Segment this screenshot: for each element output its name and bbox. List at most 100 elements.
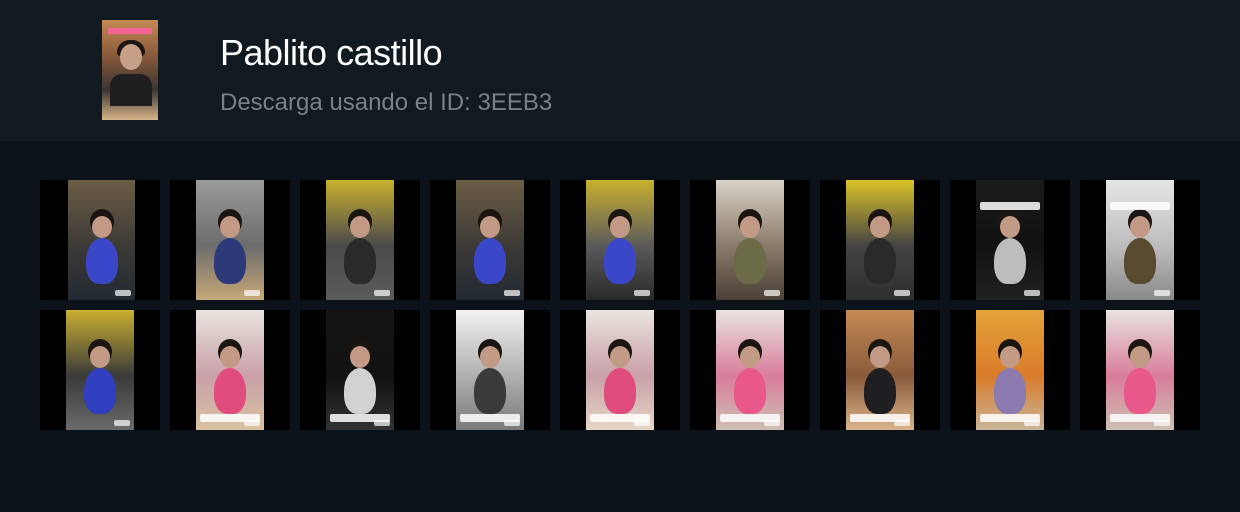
video-frame bbox=[326, 180, 394, 300]
video-figure-head bbox=[740, 216, 760, 238]
video-figure-head bbox=[92, 216, 112, 238]
video-figure-body bbox=[604, 368, 636, 414]
video-figure-body bbox=[864, 368, 896, 414]
video-figure-body bbox=[1124, 368, 1156, 414]
video-figure-body bbox=[474, 238, 506, 284]
video-frame bbox=[66, 310, 134, 430]
video-caption-strip bbox=[980, 202, 1040, 210]
video-figure-head bbox=[870, 346, 890, 368]
video-thumbnail[interactable] bbox=[820, 310, 940, 430]
tiktok-watermark-icon bbox=[894, 420, 910, 426]
tiktok-watermark-icon bbox=[114, 420, 130, 426]
video-figure-head bbox=[480, 216, 500, 238]
video-frame bbox=[1106, 180, 1174, 300]
video-figure-head bbox=[1000, 216, 1020, 238]
video-figure-body bbox=[994, 368, 1026, 414]
video-thumbnail[interactable] bbox=[950, 180, 1070, 300]
video-caption-strip bbox=[1110, 202, 1170, 210]
profile-header: Pablito castillo Descarga usando el ID: … bbox=[0, 0, 1240, 141]
video-figure-head bbox=[220, 346, 240, 368]
video-figure-body bbox=[734, 238, 766, 284]
tiktok-watermark-icon bbox=[1024, 290, 1040, 296]
video-thumbnail[interactable] bbox=[300, 310, 420, 430]
video-frame bbox=[976, 310, 1044, 430]
video-thumbnail[interactable] bbox=[430, 310, 550, 430]
video-frame bbox=[846, 180, 914, 300]
video-figure-head bbox=[90, 346, 110, 368]
video-figure-head bbox=[870, 216, 890, 238]
tiktok-watermark-icon bbox=[764, 420, 780, 426]
video-figure-body bbox=[734, 368, 766, 414]
video-frame bbox=[716, 310, 784, 430]
thumbnail-figure-body bbox=[110, 74, 152, 106]
video-thumbnail[interactable] bbox=[560, 310, 680, 430]
tiktok-watermark-icon bbox=[894, 290, 910, 296]
tiktok-watermark-icon bbox=[504, 420, 520, 426]
video-thumbnail[interactable] bbox=[1080, 310, 1200, 430]
video-figure-body bbox=[84, 368, 116, 414]
video-figure-body bbox=[214, 238, 246, 284]
video-thumbnail[interactable] bbox=[690, 310, 810, 430]
video-figure-body bbox=[994, 238, 1026, 284]
tiktok-watermark-icon bbox=[764, 290, 780, 296]
tiktok-watermark-icon bbox=[1154, 290, 1170, 296]
download-id-text: Descarga usando el ID: 3EEB3 bbox=[220, 89, 553, 116]
video-figure-head bbox=[480, 346, 500, 368]
video-frame bbox=[586, 180, 654, 300]
video-frame bbox=[976, 180, 1044, 300]
tiktok-watermark-icon bbox=[1024, 420, 1040, 426]
video-figure-head bbox=[610, 216, 630, 238]
tiktok-watermark-icon bbox=[374, 420, 390, 426]
video-frame bbox=[846, 310, 914, 430]
video-frame bbox=[1106, 310, 1174, 430]
tiktok-watermark-icon bbox=[374, 290, 390, 296]
video-thumbnail[interactable] bbox=[40, 310, 160, 430]
video-frame bbox=[68, 180, 135, 300]
video-figure-head bbox=[220, 216, 240, 238]
video-figure-head bbox=[350, 216, 370, 238]
video-figure-body bbox=[214, 368, 246, 414]
video-thumbnail[interactable] bbox=[1080, 180, 1200, 300]
video-figure-body bbox=[344, 368, 376, 414]
video-frame bbox=[586, 310, 654, 430]
video-frame bbox=[456, 310, 524, 430]
video-figure-head bbox=[1130, 216, 1150, 238]
video-figure-head bbox=[610, 346, 630, 368]
video-figure-body bbox=[864, 238, 896, 284]
thumbnail-figure-face bbox=[120, 44, 142, 70]
video-frame bbox=[716, 180, 784, 300]
tiktok-watermark-icon bbox=[244, 420, 260, 426]
video-thumbnail[interactable] bbox=[170, 310, 290, 430]
video-thumbnail[interactable] bbox=[300, 180, 420, 300]
tiktok-watermark-icon bbox=[244, 290, 260, 296]
video-figure-body bbox=[604, 238, 636, 284]
tiktok-watermark-icon bbox=[504, 290, 520, 296]
video-figure-body bbox=[86, 238, 118, 284]
video-frame bbox=[196, 310, 264, 430]
tiktok-watermark-icon bbox=[634, 290, 650, 296]
video-thumbnail[interactable] bbox=[950, 310, 1070, 430]
thumbnail-caption-strip bbox=[108, 28, 152, 34]
video-figure-head bbox=[1130, 346, 1150, 368]
video-thumbnail[interactable] bbox=[430, 180, 550, 300]
profile-name: Pablito castillo bbox=[220, 32, 443, 73]
video-thumbnail[interactable] bbox=[820, 180, 940, 300]
video-figure-head bbox=[1000, 346, 1020, 368]
video-figure-head bbox=[740, 346, 760, 368]
video-figure-body bbox=[344, 238, 376, 284]
video-grid bbox=[0, 141, 1240, 512]
video-figure-body bbox=[1124, 238, 1156, 284]
video-frame bbox=[196, 180, 264, 300]
tiktok-watermark-icon bbox=[115, 290, 131, 296]
video-figure-body bbox=[474, 368, 506, 414]
video-frame bbox=[456, 180, 524, 300]
video-frame bbox=[326, 310, 394, 430]
tiktok-watermark-icon bbox=[634, 420, 650, 426]
video-thumbnail[interactable] bbox=[560, 180, 680, 300]
tiktok-watermark-icon bbox=[1154, 420, 1170, 426]
profile-thumbnail[interactable] bbox=[102, 20, 158, 120]
video-figure-head bbox=[350, 346, 370, 368]
video-thumbnail[interactable] bbox=[690, 180, 810, 300]
video-thumbnail[interactable] bbox=[40, 180, 160, 300]
video-thumbnail[interactable] bbox=[170, 180, 290, 300]
